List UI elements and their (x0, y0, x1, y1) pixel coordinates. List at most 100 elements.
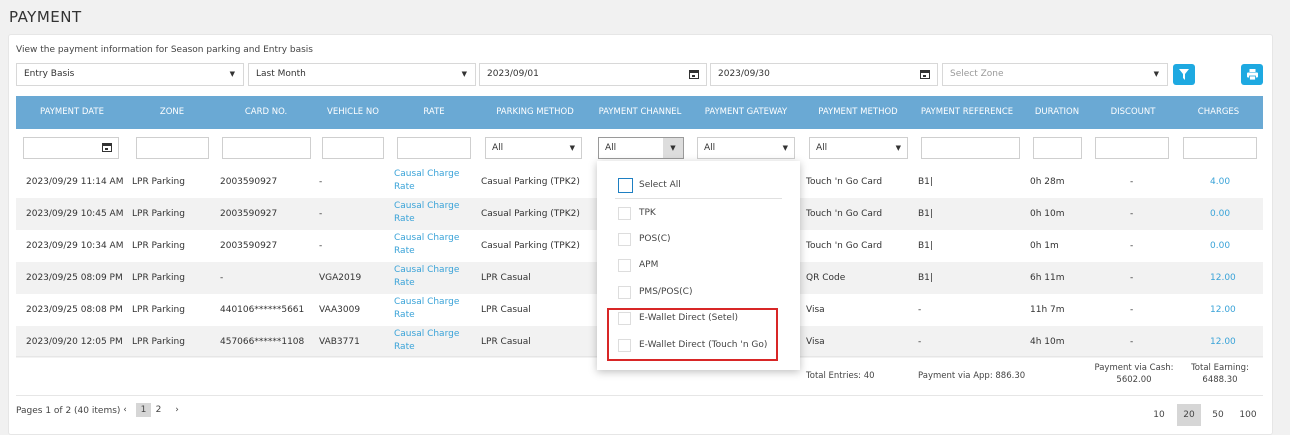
col-vehicle-no[interactable]: VEHICLE NO (316, 96, 390, 129)
cell-method: Visa (806, 305, 825, 315)
filter-button[interactable] (1173, 64, 1195, 85)
cell-parking: Casual Parking (TPK2) (481, 241, 580, 251)
cell-date: 2023/09/29 10:34 AM (26, 241, 124, 251)
col-payment-method[interactable]: PAYMENT METHOD (804, 96, 912, 129)
payment-via-cash-label: Payment via Cash: (1094, 363, 1174, 373)
option-tpk[interactable]: TPK (639, 208, 656, 218)
option-select-all[interactable]: Select All (639, 180, 681, 190)
page-size-20[interactable]: 20 (1177, 404, 1201, 426)
col-card-no[interactable]: CARD NO. (216, 96, 316, 129)
col-payment-channel[interactable]: PAYMENT CHANNEL (592, 96, 688, 129)
total-earning-label: Total Earning: (1191, 363, 1249, 373)
parking-method-filter[interactable]: All ▼ (485, 137, 582, 159)
rate-link[interactable]: Causal Charge (394, 233, 459, 244)
cell-card: 2003590927 (220, 177, 278, 187)
next-page-icon[interactable]: › (172, 403, 182, 417)
date-from-input[interactable]: 2023/09/01 (479, 63, 707, 86)
option-checkbox[interactable] (618, 286, 631, 299)
cell-charges[interactable]: 0.00 (1210, 241, 1230, 251)
page-size-10[interactable]: 10 (1148, 404, 1170, 426)
payment-gateway-filter[interactable]: All ▼ (697, 137, 795, 159)
rate-link[interactable]: Rate (394, 278, 415, 289)
page-size-50[interactable]: 50 (1207, 404, 1229, 426)
cell-reference: - (918, 305, 922, 315)
chevron-down-icon: ▼ (895, 144, 901, 152)
rate-link[interactable]: Causal Charge (394, 201, 459, 212)
col-rate[interactable]: RATE (390, 96, 478, 129)
cell-duration: 0h 28m (1030, 177, 1065, 187)
calendar-icon (920, 70, 930, 79)
duration-filter[interactable] (1033, 137, 1082, 159)
cell-charges[interactable]: 12.00 (1210, 337, 1236, 347)
rate-link[interactable]: Causal Charge (394, 169, 459, 180)
cell-duration: 11h 7m (1030, 305, 1065, 315)
cell-discount: - (1130, 337, 1134, 347)
print-button[interactable] (1241, 64, 1263, 85)
payment-method-filter[interactable]: All ▼ (809, 137, 908, 159)
page-size-100[interactable]: 100 (1234, 404, 1262, 426)
select-all-checkbox[interactable] (618, 178, 633, 193)
rate-link[interactable]: Rate (394, 182, 415, 193)
cell-reference: B1| (918, 273, 933, 283)
cell-reference: - (918, 337, 922, 347)
rate-link[interactable]: Causal Charge (394, 329, 459, 340)
zone-select[interactable]: Select Zone ▼ (942, 63, 1168, 86)
rate-filter[interactable] (397, 137, 471, 159)
option-checkbox[interactable] (618, 207, 631, 220)
page-1[interactable]: 1 (136, 403, 151, 417)
cell-parking: Casual Parking (TPK2) (481, 209, 580, 219)
cell-charges[interactable]: 0.00 (1210, 209, 1230, 219)
col-parking-method[interactable]: PARKING METHOD (478, 96, 592, 129)
date-to-input[interactable]: 2023/09/30 (710, 63, 938, 86)
charges-filter[interactable] (1183, 137, 1257, 159)
cell-date: 2023/09/29 10:45 AM (26, 209, 124, 219)
card-no-filter[interactable] (222, 137, 311, 159)
cell-date: 2023/09/25 08:08 PM (26, 305, 123, 315)
rate-link[interactable]: Causal Charge (394, 297, 459, 308)
cell-reference: B1| (918, 209, 933, 219)
page-2[interactable]: 2 (151, 403, 166, 417)
option-pms-pos-c[interactable]: PMS/POS(C) (639, 287, 692, 297)
period-select[interactable]: Last Month ▼ (248, 63, 476, 86)
cell-card: 2003590927 (220, 241, 278, 251)
chevron-down-icon: ▼ (461, 70, 467, 78)
option-apm[interactable]: APM (639, 260, 658, 270)
cell-method: Touch 'n Go Card (806, 209, 883, 219)
col-discount[interactable]: DISCOUNT (1092, 96, 1174, 129)
rate-link[interactable]: Rate (394, 342, 415, 353)
col-payment-date[interactable]: PAYMENT DATE (16, 96, 128, 129)
cell-vehicle: VGA2019 (319, 273, 362, 283)
vehicle-no-filter[interactable] (322, 137, 384, 159)
option-checkbox[interactable] (618, 233, 631, 246)
cell-card: 457066******1108 (220, 337, 305, 347)
cell-duration: 6h 11m (1030, 273, 1065, 283)
col-payment-gateway[interactable]: PAYMENT GATEWAY (688, 96, 804, 129)
cell-charges[interactable]: 12.00 (1210, 305, 1236, 315)
option-pos-c[interactable]: POS(C) (639, 234, 671, 244)
prev-page-icon[interactable]: ‹ (120, 403, 130, 417)
cell-vehicle: - (319, 241, 323, 251)
payment-channel-filter[interactable]: All ▼ (598, 137, 684, 159)
col-payment-reference[interactable]: PAYMENT REFERENCE (912, 96, 1022, 129)
calendar-icon (689, 70, 699, 79)
payment-reference-filter[interactable] (921, 137, 1020, 159)
cell-method: Visa (806, 337, 825, 347)
cell-charges[interactable]: 12.00 (1210, 273, 1236, 283)
rate-link[interactable]: Rate (394, 246, 415, 257)
cell-duration: 4h 10m (1030, 337, 1065, 347)
zone-filter[interactable] (136, 137, 209, 159)
cell-date: 2023/09/29 11:14 AM (26, 177, 124, 187)
type-select[interactable]: Entry Basis ▼ (16, 63, 244, 86)
rate-link[interactable]: Rate (394, 214, 415, 225)
option-checkbox[interactable] (618, 259, 631, 272)
cell-discount: - (1130, 305, 1134, 315)
col-charges[interactable]: CHARGES (1174, 96, 1263, 129)
rate-link[interactable]: Rate (394, 310, 415, 321)
rate-link[interactable]: Causal Charge (394, 265, 459, 276)
col-duration[interactable]: DURATION (1022, 96, 1092, 129)
chevron-down-icon[interactable]: ▼ (663, 138, 683, 158)
cell-charges[interactable]: 4.00 (1210, 177, 1230, 187)
discount-filter[interactable] (1095, 137, 1169, 159)
col-zone[interactable]: ZONE (128, 96, 216, 129)
payment-date-filter[interactable] (23, 137, 119, 159)
